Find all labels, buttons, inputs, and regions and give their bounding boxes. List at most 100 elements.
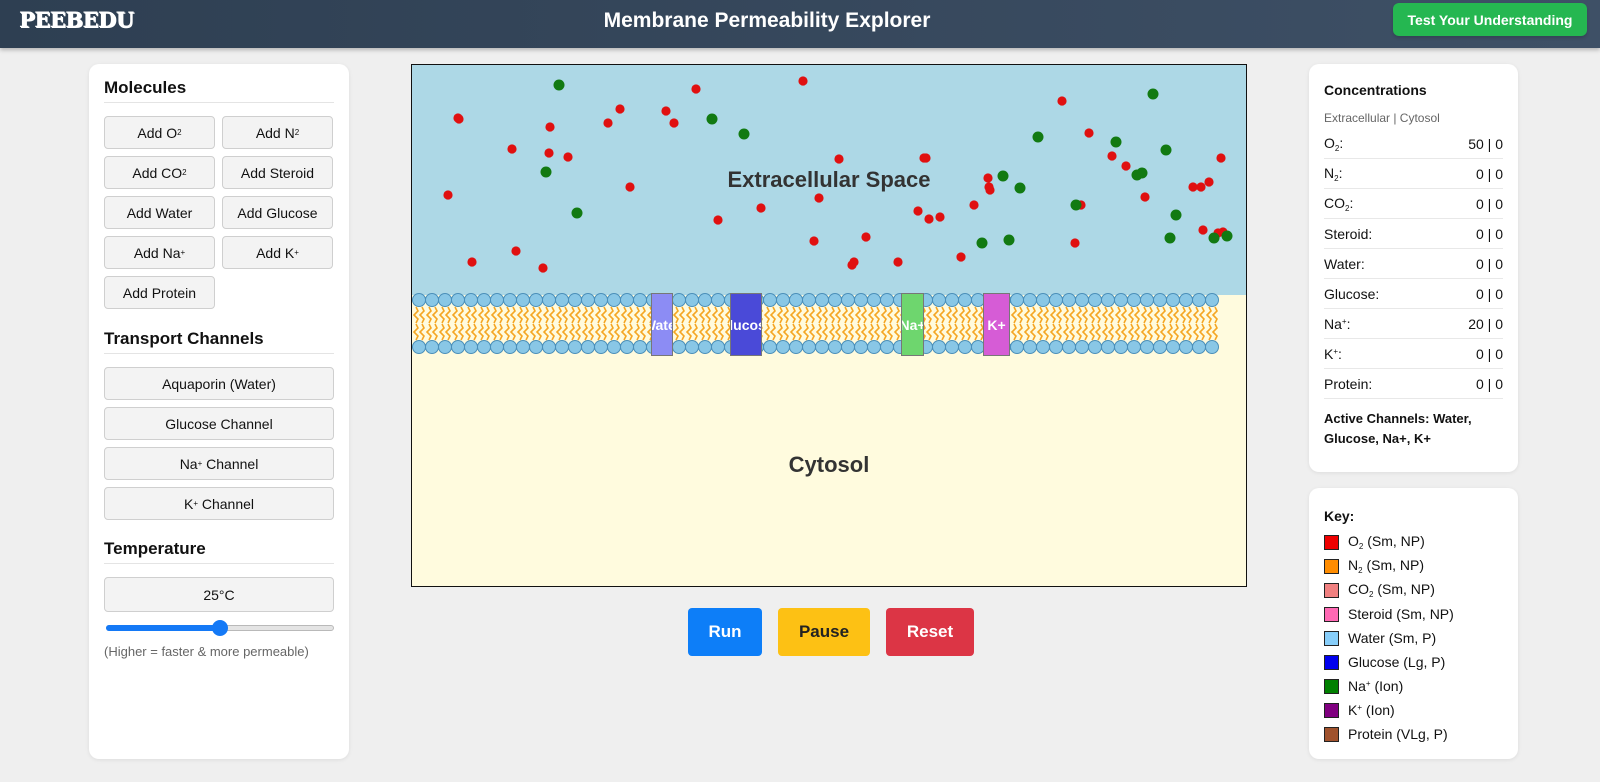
lipid-tail [535,306,542,324]
lipid-head [438,340,452,354]
color-swatch [1324,534,1339,550]
subscript: 2 [182,168,187,177]
add-molecule-button[interactable]: Add CO 2 [104,156,215,189]
lipid-tail [691,323,698,341]
lipid-tail [815,323,822,341]
o2-particle [924,214,934,224]
lipid-tail [1185,323,1192,341]
top-bar: PEEBEDU Membrane Permeability Explorer T… [0,0,1600,48]
lipid-tail [425,323,432,341]
lipid-tail [457,323,464,341]
slider-thumb[interactable] [212,620,228,636]
o2-particle [603,118,613,128]
lipid-tail [483,306,490,324]
lipid-head [1062,293,1076,307]
lipid-tail [854,306,861,324]
add-molecule-button[interactable]: Add Protein [104,276,215,309]
lipid-head [542,293,556,307]
reset-button[interactable]: Reset [886,608,974,656]
label-text: K [1348,702,1358,718]
lipid-tail [431,306,438,324]
channel-toggle-button[interactable]: Aquaporin (Water) [104,367,334,400]
lipid-tail [678,306,685,324]
lipid-head [1179,340,1193,354]
lipid-head [841,293,855,307]
lipid-tail [464,323,471,341]
temperature-display: 25°C [104,577,334,612]
key-label: Steroid (Sm, NP) [1348,606,1454,622]
lipid-tail [529,323,536,341]
lipid-tail [1107,323,1114,341]
lipid-head [633,293,647,307]
o2-particle [467,257,477,267]
lipid-head [1010,340,1024,354]
channel-toggle-button[interactable]: Na + Channel [104,447,334,480]
temperature-slider[interactable] [104,618,334,638]
subscript: 2 [1334,173,1339,183]
name-text: O [1324,134,1335,151]
lipid-head [581,293,595,307]
o2-particle [453,113,463,123]
lipid-head [425,340,439,354]
channel-toggle-button[interactable]: Glucose Channel [104,407,334,440]
run-button[interactable]: Run [688,608,762,656]
lipid-tail [613,306,620,324]
lipid-head [698,340,712,354]
channel-toggle-button[interactable]: K + Channel [104,487,334,520]
lipid-head [477,340,491,354]
lipid-tail [1205,323,1212,341]
lipid-tail [834,323,841,341]
lipid-tail [1211,306,1218,324]
key-label: K+ (Ion) [1348,702,1395,718]
lipid-head [490,293,504,307]
simulation-canvas[interactable]: Extracellular Space Water Glucose Na+ K+ Cy… [411,64,1247,587]
o2-particle [935,212,945,222]
lipid-tail [1055,306,1062,324]
add-molecule-button[interactable]: Add Glucose [222,196,333,229]
lipid-head [1023,293,1037,307]
lipid-tail [477,323,484,341]
key-label: N2 (Sm, NP) [1348,557,1424,575]
lipid-tail [971,323,978,341]
lipid-head [594,293,608,307]
lipid-head [1166,293,1180,307]
lipid-tail [1062,306,1069,324]
lipid-tail [555,323,562,341]
na-particle [1164,232,1176,244]
channel-label: Na+ [902,316,924,333]
extracellular-label: Extracellular Space [727,167,931,192]
add-molecule-button[interactable]: Add K + [222,236,333,269]
test-understanding-button[interactable]: Test Your Understanding [1393,3,1587,36]
o2-particle [1198,225,1208,235]
label-text: Add Na [133,244,181,261]
molecule-name: Steroid: [1324,225,1373,242]
add-molecule-button[interactable]: Add Steroid [222,156,333,189]
lipid-head [711,293,725,307]
lipid-head [412,340,426,354]
lipid-head [854,340,868,354]
add-molecule-button[interactable]: Add Na + [104,236,215,269]
lipid-tail [841,323,848,341]
add-molecule-button[interactable]: Add O2 [104,116,215,149]
lipid-head [438,293,452,307]
membrane-channel: Water [651,293,673,356]
lipid-tail [958,306,965,324]
lipid-tail [691,306,698,324]
lipid-tail [951,306,958,324]
cell-membrane: Water Glucose Na+ K+ [412,292,1246,360]
lipid-head [802,340,816,354]
lipid-head [672,293,686,307]
label-text: Add CO [132,164,183,181]
pause-button[interactable]: Pause [778,608,870,656]
label-text: Na [179,455,198,472]
add-molecule-button[interactable]: Add Water [104,196,215,229]
label-suffix: (Sm, NP) [1362,557,1425,573]
lipid-head [854,293,868,307]
molecule-name: Na+: [1324,315,1351,332]
add-molecule-button[interactable]: Add N2 [222,116,333,149]
lipid-tail [1088,323,1095,341]
lipid-tail [1101,323,1108,341]
superscript: + [294,248,299,257]
lipid-tail [1036,306,1043,324]
lipid-head [776,293,790,307]
